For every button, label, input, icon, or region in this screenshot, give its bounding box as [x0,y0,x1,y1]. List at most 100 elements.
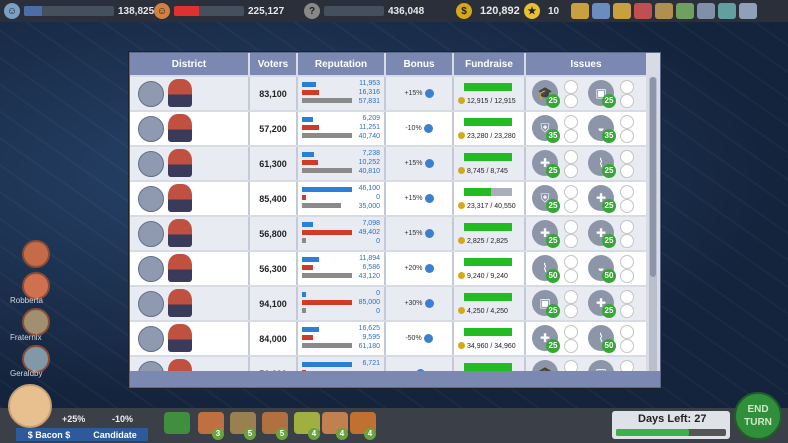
fundraise-cell[interactable]: 4,250 / 4,250 [454,287,526,320]
issues-cell[interactable]: 🎓 25 ▣ 25 [526,77,646,110]
rep-bar-red [302,160,318,165]
rep-value-2: 49,402 [358,229,380,236]
header-bonus[interactable]: Bonus [386,53,454,75]
people-icon[interactable] [697,3,715,19]
trophy-icon[interactable] [571,3,589,19]
issue-score-1: 25 [546,94,560,108]
district-cell[interactable] [130,252,250,285]
scrollbar-thumb[interactable] [650,77,656,277]
toolbar-icons [568,2,757,20]
chart-icon[interactable] [592,3,610,19]
undo-card[interactable] [164,412,190,434]
fundraise-cell[interactable]: 8,745 / 8,745 [454,147,526,180]
district-cell[interactable] [130,322,250,355]
header-issues[interactable]: Issues [526,53,646,75]
bonus-cell: +15% [386,77,454,110]
table-row[interactable]: 94,100 0 85,000 0 +30% 4,250 / 4,250 ▣ 2… [130,287,646,320]
issue-indicator [564,220,578,234]
character-portrait [168,149,192,177]
rep-bar-grey [302,133,352,138]
fundraise-text: 34,960 / 34,960 [458,342,516,350]
issue-indicator [564,150,578,164]
issues-cell[interactable]: ⛨ 25 ✚ 25 [526,182,646,215]
player-avatar[interactable] [8,384,52,428]
bag-icon[interactable] [613,3,631,19]
stat-2: ☺ 225,127 [154,2,284,20]
table-row[interactable]: 61,300 7,238 10,252 40,810 +15% 8,745 / … [130,147,646,180]
side-name-1: Robberta [10,296,43,305]
header-reputation[interactable]: Reputation [298,53,386,75]
issue-indicator [620,339,634,353]
table-row[interactable]: 83,100 11,953 16,316 57,831 +15% 12,915 … [130,77,646,110]
rep-bar-red [302,265,313,270]
issue-indicator [564,339,578,353]
districts-modal: District Voters Reputation Bonus Fundrai… [129,52,661,388]
flag-icon[interactable] [676,3,694,19]
issue-score-1: 25 [546,304,560,318]
table-row[interactable]: 56,800 7,098 49,402 0 +15% 2,825 / 2,825… [130,217,646,250]
fundraise-text: 23,280 / 23,280 [458,132,516,140]
reputation-cell: 11,953 16,316 57,831 [298,77,386,110]
coin-icon [458,167,465,174]
issues-cell[interactable]: ⛨ 35 ◒ 35 [526,112,646,145]
table-row[interactable]: 84,000 16,625 9,595 61,180 -50% 34,960 /… [130,322,646,355]
district-icon [138,151,164,177]
gear-icon[interactable] [739,3,757,19]
voters-cell: 84,000 [250,322,298,355]
card-count-1: 3 [212,428,224,440]
bonus-value: +15% [404,230,423,237]
table-row[interactable]: 57,200 6,209 11,251 40,740 -10% 23,280 /… [130,112,646,145]
grid-icon[interactable] [718,3,736,19]
rep-value-3: 35,000 [358,203,380,210]
header-fundraise[interactable]: Fundraise [454,53,526,75]
issue-score-1: 25 [546,164,560,178]
fundraise-cell[interactable]: 12,915 / 12,915 [454,77,526,110]
fundraise-fill [464,188,492,196]
issues-cell[interactable]: ▣ 25 ✚ 25 [526,287,646,320]
district-cell[interactable] [130,182,250,215]
voters-cell: 56,300 [250,252,298,285]
fundraise-cell[interactable]: 23,280 / 23,280 [454,112,526,145]
days-progress-fill [616,429,689,436]
issue-indicator [620,220,634,234]
fundraise-value: 23,280 / 23,280 [467,133,516,140]
card-count-4: 4 [308,428,320,440]
fundraise-value: 23,317 / 40,550 [467,203,516,210]
header-voters[interactable]: Voters [250,53,298,75]
rep-values: 11,894 6,586 43,120 [359,254,380,281]
district-cell[interactable] [130,77,250,110]
fundraise-fill [464,363,512,371]
table-row[interactable]: 85,400 46,100 0 35,000 +15% 23,317 / 40,… [130,182,646,215]
header-district[interactable]: District [130,53,250,75]
rep-values: 7,098 49,402 0 [359,219,380,246]
issue-indicator [620,129,634,143]
side-avatar-3[interactable] [22,308,50,336]
district-cell[interactable] [130,112,250,145]
issues-cell[interactable]: ✚ 25 ✚ 25 [526,217,646,250]
issues-cell[interactable]: ✚ 25 ⌇ 25 [526,147,646,180]
bonus-icon [424,229,434,238]
character-portrait [168,219,192,247]
coin-icon [458,237,465,244]
fundraise-cell[interactable]: 34,960 / 34,960 [454,322,526,355]
issues-cell[interactable]: ⌇ 50 ◒ 50 [526,252,646,285]
days-left-panel: Days Left: 27 [612,411,730,439]
issue-score-1: 25 [546,199,560,213]
issue-indicator [620,325,634,339]
fundraise-cell[interactable]: 23,317 / 40,550 [454,182,526,215]
table-scrollbar[interactable] [649,77,657,373]
district-cell[interactable] [130,147,250,180]
fundraise-cell[interactable]: 2,825 / 2,825 [454,217,526,250]
district-cell[interactable] [130,287,250,320]
district-icon [138,326,164,352]
alert-icon[interactable] [634,3,652,19]
table-footer [130,371,660,387]
table-row[interactable]: 56,300 11,894 6,586 43,120 +20% 9,240 / … [130,252,646,285]
end-turn-button[interactable]: END TURN [734,392,782,440]
district-cell[interactable] [130,217,250,250]
bonus-cell: -10% [386,112,454,145]
scroll-icon[interactable] [655,3,673,19]
fundraise-cell[interactable]: 9,240 / 9,240 [454,252,526,285]
side-avatar-1[interactable] [22,240,50,268]
issues-cell[interactable]: ✚ 25 ⌇ 50 [526,322,646,355]
